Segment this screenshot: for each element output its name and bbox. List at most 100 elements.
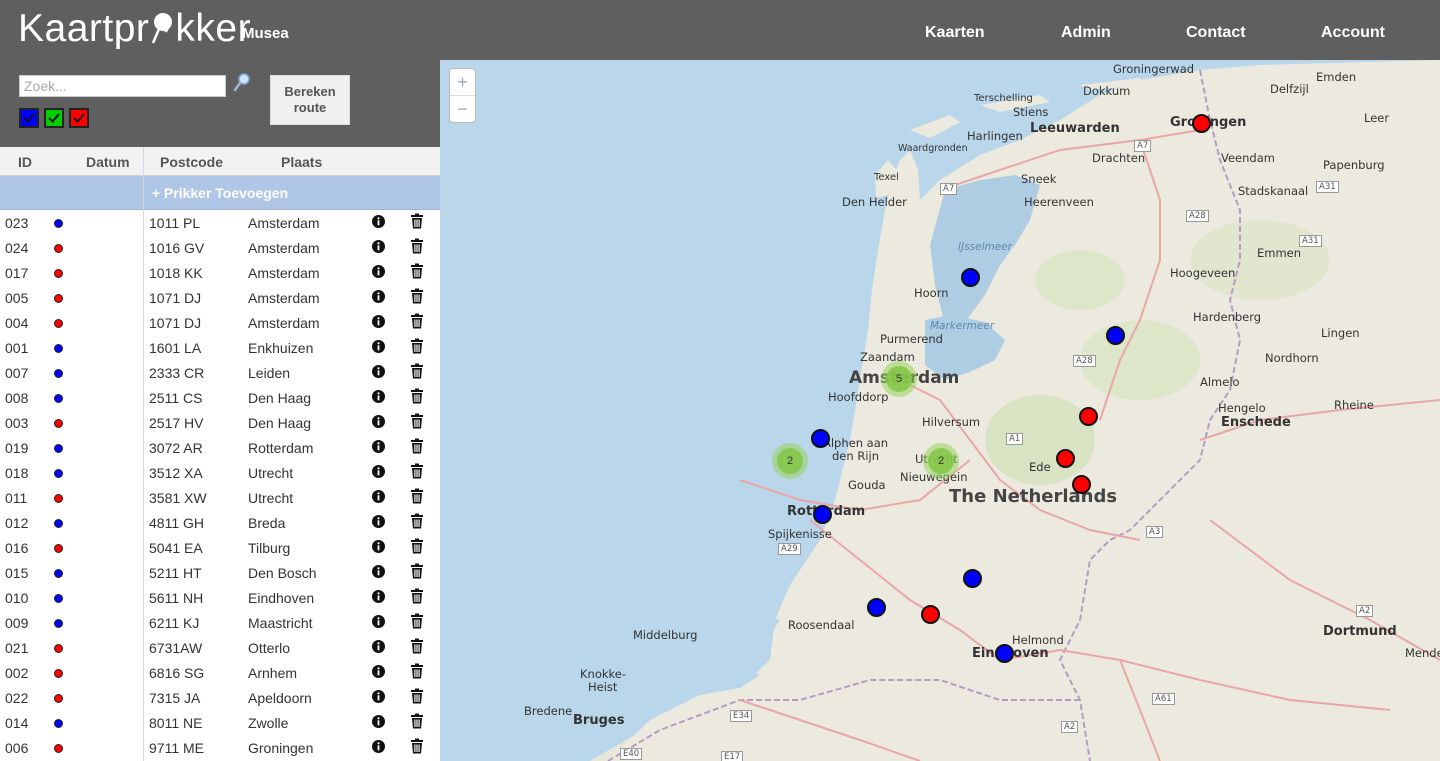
table-row[interactable]: 022 7315 JA Apeldoorn <box>0 685 440 710</box>
search-input[interactable] <box>19 75 226 97</box>
table-row[interactable]: 023 1011 PL Amsterdam <box>0 210 440 235</box>
filter-green-checkbox[interactable] <box>44 108 64 128</box>
map-marker-red[interactable] <box>1192 114 1211 133</box>
info-icon[interactable] <box>372 540 385 553</box>
trash-icon[interactable] <box>410 513 424 529</box>
trash-icon[interactable] <box>410 388 424 404</box>
trash-icon[interactable] <box>410 713 424 729</box>
trash-icon[interactable] <box>410 563 424 579</box>
nav-admin[interactable]: Admin <box>1061 24 1111 42</box>
map-marker-blue[interactable] <box>1106 326 1125 345</box>
column-header-place[interactable]: Plaats <box>281 154 322 170</box>
nav-account[interactable]: Account <box>1321 24 1385 42</box>
trash-icon[interactable] <box>410 638 424 654</box>
info-icon[interactable] <box>372 365 385 378</box>
map-marker-blue[interactable] <box>813 505 832 524</box>
trash-icon[interactable] <box>410 288 424 304</box>
info-icon[interactable] <box>372 390 385 403</box>
map-marker-blue[interactable] <box>867 598 886 617</box>
info-icon[interactable] <box>372 640 385 653</box>
table-row[interactable]: 002 6816 SG Arnhem <box>0 660 440 685</box>
trash-icon[interactable] <box>410 663 424 679</box>
trash-icon[interactable] <box>410 263 424 279</box>
info-icon[interactable] <box>372 265 385 278</box>
column-header-id[interactable]: ID <box>18 154 32 170</box>
zoom-out-button[interactable]: − <box>450 95 475 121</box>
table-row[interactable]: 008 2511 CS Den Haag <box>0 385 440 410</box>
map-view[interactable]: Groningerwad Emden Delfzijl Dokkum Leer … <box>440 60 1440 761</box>
trash-icon[interactable] <box>410 438 424 454</box>
table-row[interactable]: 017 1018 KK Amsterdam <box>0 260 440 285</box>
marker-cluster[interactable]: 2 <box>923 443 959 479</box>
trash-icon[interactable] <box>410 413 424 429</box>
table-row[interactable]: 009 6211 KJ Maastricht <box>0 610 440 635</box>
brand-logo[interactable]: Kaartpr kker <box>18 6 251 52</box>
info-icon[interactable] <box>372 590 385 603</box>
trash-icon[interactable] <box>410 613 424 629</box>
trash-icon[interactable] <box>410 238 424 254</box>
table-row[interactable]: 018 3512 XA Utrecht <box>0 460 440 485</box>
info-icon[interactable] <box>372 515 385 528</box>
info-icon[interactable] <box>372 715 385 728</box>
table-row[interactable]: 014 8011 NE Zwolle <box>0 710 440 735</box>
nav-contact[interactable]: Contact <box>1186 24 1246 42</box>
filter-red-checkbox[interactable] <box>69 108 89 128</box>
table-row[interactable]: 001 1601 LA Enkhuizen <box>0 335 440 360</box>
add-pin-button[interactable]: + Prikker Toevoegen <box>0 176 440 210</box>
info-icon[interactable] <box>372 215 385 228</box>
trash-icon[interactable] <box>410 363 424 379</box>
table-row[interactable]: 011 3581 XW Utrecht <box>0 485 440 510</box>
trash-icon[interactable] <box>410 688 424 704</box>
map-marker-red[interactable] <box>1072 475 1091 494</box>
info-icon[interactable] <box>372 615 385 628</box>
info-icon[interactable] <box>372 665 385 678</box>
table-row[interactable]: 015 5211 HT Den Bosch <box>0 560 440 585</box>
map-marker-blue[interactable] <box>961 268 980 287</box>
column-header-date[interactable]: Datum <box>86 154 130 170</box>
table-row[interactable]: 004 1071 DJ Amsterdam <box>0 310 440 335</box>
info-icon[interactable] <box>372 315 385 328</box>
trash-icon[interactable] <box>410 538 424 554</box>
nav-kaarten[interactable]: Kaarten <box>925 24 985 42</box>
trash-icon[interactable] <box>410 463 424 479</box>
map-marker-red[interactable] <box>1056 449 1075 468</box>
info-icon[interactable] <box>372 690 385 703</box>
table-row[interactable]: 024 1016 GV Amsterdam <box>0 235 440 260</box>
table-row[interactable]: 005 1071 DJ Amsterdam <box>0 285 440 310</box>
info-icon[interactable] <box>372 340 385 353</box>
map-marker-red[interactable] <box>1079 407 1098 426</box>
info-icon[interactable] <box>372 565 385 578</box>
info-icon[interactable] <box>372 440 385 453</box>
map-marker-blue[interactable] <box>963 569 982 588</box>
calculate-route-button[interactable]: Bereken route <box>270 75 350 125</box>
trash-icon[interactable] <box>410 338 424 354</box>
filter-blue-checkbox[interactable] <box>19 108 39 128</box>
table-row[interactable]: 010 5611 NH Eindhoven <box>0 585 440 610</box>
info-icon[interactable] <box>372 465 385 478</box>
search-icon[interactable] <box>232 72 252 94</box>
zoom-in-button[interactable]: + <box>450 69 475 95</box>
table-row[interactable]: 007 2333 CR Leiden <box>0 360 440 385</box>
marker-cluster[interactable]: 5 <box>881 361 917 397</box>
trash-icon[interactable] <box>410 213 424 229</box>
info-icon[interactable] <box>372 490 385 503</box>
table-row[interactable]: 006 9711 ME Groningen <box>0 735 440 760</box>
info-icon[interactable] <box>372 290 385 303</box>
trash-icon[interactable] <box>410 488 424 504</box>
info-icon[interactable] <box>372 240 385 253</box>
table-row[interactable]: 003 2517 HV Den Haag <box>0 410 440 435</box>
info-icon[interactable] <box>372 415 385 428</box>
table-row[interactable]: 021 6731AW Otterlo <box>0 635 440 660</box>
map-marker-red[interactable] <box>921 605 940 624</box>
trash-icon[interactable] <box>410 738 424 754</box>
table-row[interactable]: 019 3072 AR Rotterdam <box>0 435 440 460</box>
info-icon[interactable] <box>372 740 385 753</box>
table-row[interactable]: 016 5041 EA Tilburg <box>0 535 440 560</box>
trash-icon[interactable] <box>410 313 424 329</box>
marker-cluster[interactable]: 2 <box>772 443 808 479</box>
map-marker-blue[interactable] <box>811 429 830 448</box>
trash-icon[interactable] <box>410 588 424 604</box>
table-row[interactable]: 012 4811 GH Breda <box>0 510 440 535</box>
column-header-postcode[interactable]: Postcode <box>160 154 223 170</box>
map-marker-blue[interactable] <box>995 644 1014 663</box>
